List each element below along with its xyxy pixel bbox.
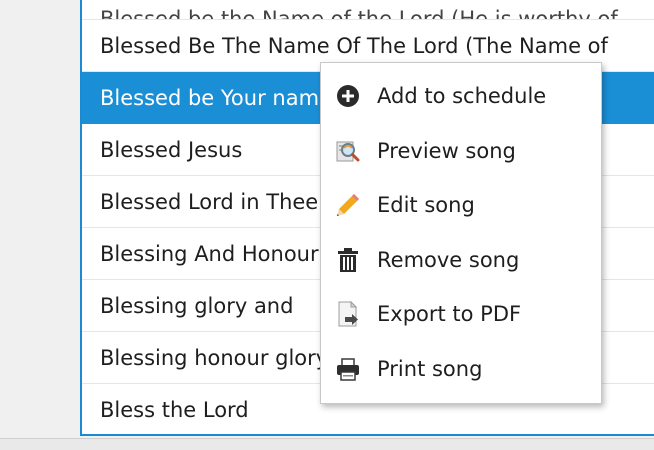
trash-icon [333, 245, 363, 275]
menu-item-label: Remove song [377, 247, 520, 272]
app-window: Blessed be the Name of the Lord (He is w… [0, 0, 654, 450]
bottom-status-strip [0, 438, 654, 450]
pencil-icon [333, 190, 363, 220]
song-title: Blessing honour glory [100, 345, 329, 370]
song-title: Blessed Jesus [100, 137, 243, 162]
song-title: Blessed Be The Name Of The Lord (The Nam… [100, 33, 608, 58]
menu-item-export-to-pdf[interactable]: Export to PDF [321, 287, 601, 342]
song-title: Blessing And Honour [100, 241, 319, 266]
menu-item-add-to-schedule[interactable]: Add to schedule [321, 69, 601, 124]
preview-magnifier-icon [333, 136, 363, 166]
song-title: Blessed be Your name [100, 85, 332, 110]
menu-item-remove-song[interactable]: Remove song [321, 233, 601, 288]
menu-item-label: Preview song [377, 138, 516, 163]
song-title: Blessed Lord in Thee [100, 189, 319, 214]
menu-item-preview-song[interactable]: Preview song [321, 124, 601, 179]
song-title: Blessing glory and [100, 293, 294, 318]
menu-item-label: Export to PDF [377, 302, 522, 327]
menu-item-label: Add to schedule [377, 84, 547, 109]
song-title: Blessed be the Name of the Lord (He is w… [100, 7, 618, 20]
song-title: Bless the Lord [100, 397, 249, 422]
menu-item-label: Print song [377, 356, 483, 381]
menu-item-label: Edit song [377, 193, 475, 218]
add-circle-icon [333, 81, 363, 111]
song-list-row[interactable]: Blessed be the Name of the Lord (He is w… [82, 0, 654, 20]
printer-icon [333, 354, 363, 384]
menu-item-edit-song[interactable]: Edit song [321, 178, 601, 233]
menu-item-print-song[interactable]: Print song [321, 342, 601, 397]
song-context-menu: Add to schedule Preview song Edit song R… [320, 62, 602, 404]
export-document-icon [333, 299, 363, 329]
left-gutter [0, 0, 80, 438]
